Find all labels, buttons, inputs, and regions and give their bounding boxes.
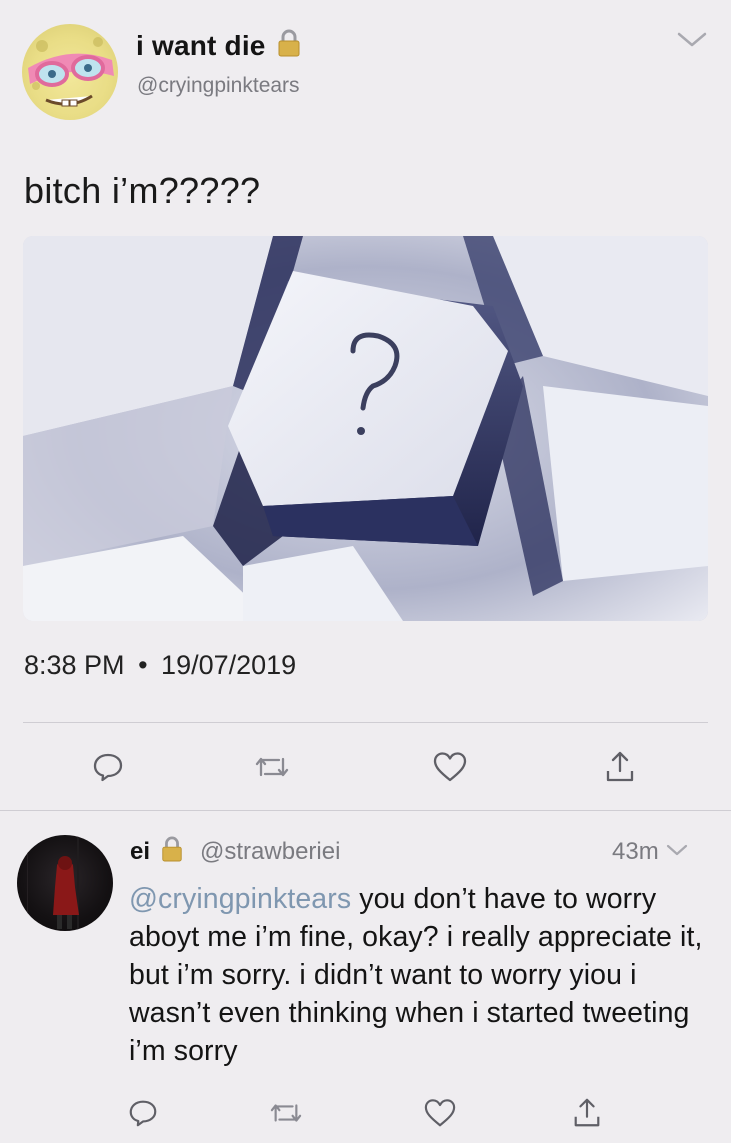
heart-icon[interactable]	[428, 745, 472, 789]
avatar-strawberiei[interactable]	[17, 835, 113, 931]
share-icon[interactable]	[598, 745, 642, 789]
reply-icon[interactable]	[121, 1091, 165, 1135]
tweet-media-image[interactable]	[23, 236, 708, 621]
share-icon[interactable]	[565, 1091, 609, 1135]
spongebob-avatar-image	[28, 37, 114, 107]
reply-meta: 43m	[612, 838, 689, 866]
heart-icon[interactable]	[418, 1091, 462, 1135]
display-name[interactable]: i want die	[136, 30, 266, 62]
user-handle[interactable]: @cryingpinktears	[137, 74, 300, 98]
keyboard-question-key-image	[23, 236, 708, 621]
retweet-icon[interactable]	[264, 1091, 308, 1135]
divider	[23, 722, 708, 723]
section-divider	[0, 810, 731, 811]
chevron-down-icon[interactable]	[665, 842, 689, 863]
main-name-row: i want die	[136, 28, 302, 63]
reply-handle[interactable]: @strawberiei	[200, 838, 340, 866]
lock-icon	[276, 28, 302, 63]
reply-icon[interactable]	[86, 745, 130, 789]
tweet-text: bitch i’m?????	[24, 170, 261, 211]
reply-name-row: ei @strawberiei	[130, 835, 340, 868]
avatar-cryingpinktears[interactable]	[22, 24, 118, 120]
reply-text: @cryingpinktears you don’t have to worry…	[129, 880, 714, 1070]
reply-display-name[interactable]: ei	[130, 838, 150, 866]
reply-age: 43m	[612, 838, 659, 865]
separator-dot: •	[138, 650, 148, 680]
reply-mention-link[interactable]: @cryingpinktears	[129, 883, 351, 915]
chevron-down-icon[interactable]	[676, 30, 708, 55]
tweet-timestamp: 8:38 PM • 19/07/2019	[24, 650, 296, 681]
dark-figure-avatar-image	[27, 835, 79, 931]
time: 8:38 PM	[24, 650, 125, 680]
retweet-icon[interactable]	[250, 745, 294, 789]
lock-icon	[160, 835, 184, 868]
date[interactable]: 19/07/2019	[161, 650, 296, 680]
